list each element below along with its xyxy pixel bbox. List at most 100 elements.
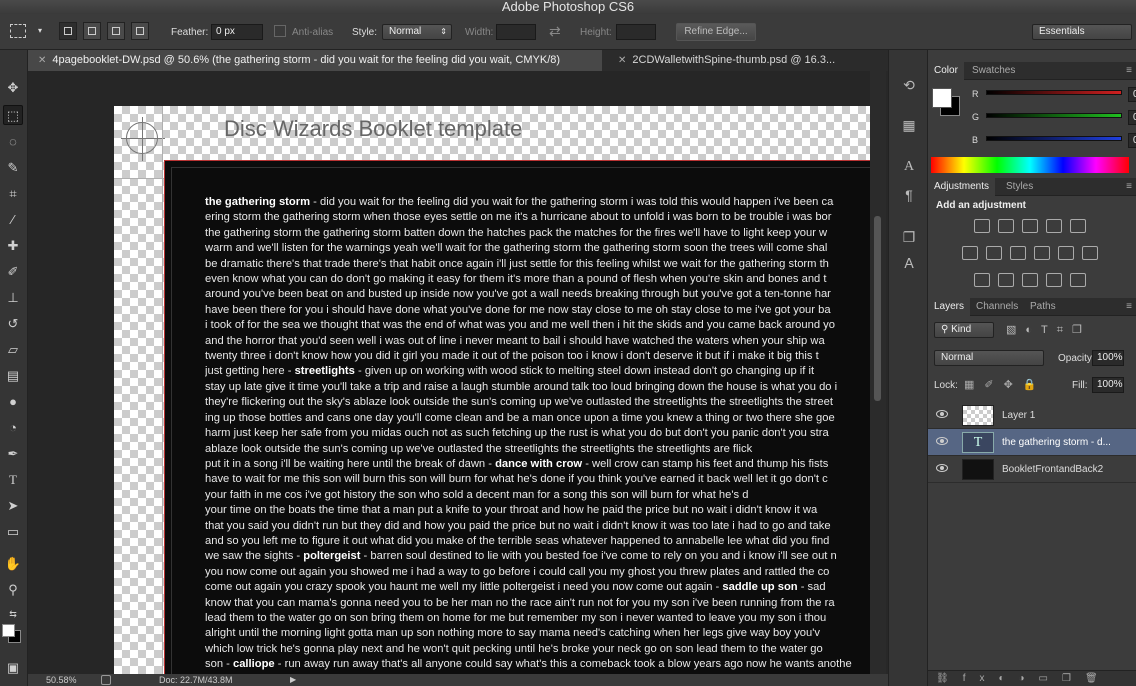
posterize-icon[interactable]	[998, 273, 1014, 287]
fill-input[interactable]: 100%	[1092, 377, 1124, 393]
panel-menu-icon[interactable]: ≡	[1126, 181, 1132, 192]
tab-layers[interactable]: Layers	[928, 298, 971, 316]
blend-mode-dropdown[interactable]: Normal	[934, 350, 1044, 366]
panel-menu-icon[interactable]: ≡	[1126, 65, 1132, 76]
workspace-dropdown[interactable]: Essentials	[1032, 24, 1132, 40]
channel-slider-r[interactable]: R0	[972, 87, 1136, 107]
refine-edge-button[interactable]: Refine Edge...	[676, 23, 756, 41]
channel-track[interactable]	[986, 136, 1122, 141]
channel-value[interactable]: 0	[1128, 87, 1136, 102]
visibility-eye-icon[interactable]	[936, 410, 948, 418]
dodge-tool-icon[interactable]: ◔	[3, 418, 23, 438]
scroll-thumb[interactable]	[874, 216, 881, 401]
lasso-tool-icon[interactable]: ◌	[3, 132, 23, 152]
lock-icons[interactable]: ▦✐✥🔒	[964, 378, 1047, 391]
blur-tool-icon[interactable]: ●	[3, 392, 23, 412]
vibrance-icon[interactable]	[1070, 219, 1086, 233]
color-balance-icon[interactable]	[986, 246, 1002, 260]
visibility-eye-icon[interactable]	[936, 437, 948, 445]
paragraph-panel-icon[interactable]: ¶	[898, 184, 920, 206]
screen-mode-icon[interactable]: ▣	[3, 658, 23, 678]
tab-color[interactable]: Color	[928, 62, 964, 80]
type-tool-icon[interactable]: T	[3, 470, 23, 490]
invert-icon[interactable]	[974, 273, 990, 287]
tab-styles[interactable]: Styles	[1000, 178, 1039, 196]
channel-track[interactable]	[986, 113, 1122, 118]
tab-booklet[interactable]: ✕ 4pagebooklet-DW.psd @ 50.6% (the gather…	[28, 50, 602, 71]
channel-value[interactable]: 0	[1128, 133, 1136, 148]
new-selection-button[interactable]	[59, 22, 77, 40]
swap-dimensions-icon[interactable]: ⇄	[549, 23, 561, 40]
layer-row[interactable]: Layer 1	[928, 402, 1136, 429]
glyphs-panel-icon[interactable]: ꓮ	[898, 252, 920, 274]
marquee-tool-preset-icon[interactable]	[10, 24, 26, 38]
visibility-eye-icon[interactable]	[936, 464, 948, 472]
gradient-map-icon[interactable]	[1070, 273, 1086, 287]
foreground-color-swatch[interactable]	[2, 624, 15, 637]
gradient-tool-icon[interactable]: ▤	[3, 366, 23, 386]
feather-input[interactable]: 0 px	[211, 24, 263, 40]
channel-value[interactable]: 0	[1128, 110, 1136, 125]
default-colors-icon[interactable]: ⇆	[3, 604, 23, 624]
layer-row[interactable]: Tthe gathering storm - d...	[928, 429, 1136, 456]
hue-saturation-icon[interactable]	[962, 246, 978, 260]
layer-filter-dropdown[interactable]: ⚲ Kind	[934, 322, 994, 338]
status-menu-arrow-icon[interactable]: ▶	[290, 674, 296, 686]
rect-marquee-tool-icon[interactable]: ⬚	[3, 105, 23, 125]
tab-adjustments[interactable]: Adjustments	[928, 178, 996, 196]
eraser-tool-icon[interactable]: ▱	[3, 340, 23, 360]
antialias-checkbox[interactable]	[274, 25, 286, 37]
history-panel-icon[interactable]: ⟲	[898, 74, 920, 96]
curves-icon[interactable]	[1022, 219, 1038, 233]
quick-select-tool-icon[interactable]: ✎	[3, 158, 23, 178]
tab-cd-wallet[interactable]: ✕ 2CDWalletwithSpine-thumb.psd @ 16.3...	[608, 50, 888, 71]
canvas-area[interactable]: Disc Wizards Booklet template the gather…	[28, 71, 870, 674]
pen-tool-icon[interactable]: ✒	[3, 444, 23, 464]
intersect-selection-button[interactable]	[131, 22, 149, 40]
width-input[interactable]	[496, 24, 536, 40]
color-spectrum[interactable]	[931, 157, 1129, 173]
history-brush-tool-icon[interactable]: ↺	[3, 314, 23, 334]
close-tab-icon[interactable]: ✕	[618, 55, 626, 66]
character-panel-icon[interactable]: A	[898, 156, 920, 178]
path-select-tool-icon[interactable]: ➤	[3, 496, 23, 516]
channel-slider-b[interactable]: B0	[972, 133, 1136, 153]
document-canvas[interactable]: Disc Wizards Booklet template the gather…	[114, 106, 870, 674]
selective-color-icon[interactable]	[1046, 273, 1062, 287]
layer-row[interactable]: BookletFrontandBack2	[928, 456, 1136, 483]
lyrics-text-block[interactable]: the gathering storm - did you wait for t…	[205, 195, 870, 674]
add-selection-button[interactable]	[83, 22, 101, 40]
channel-slider-g[interactable]: G0	[972, 110, 1136, 130]
channel-mixer-icon[interactable]	[1058, 246, 1074, 260]
shape-tool-icon[interactable]: ▭	[3, 522, 23, 542]
threshold-icon[interactable]	[1022, 273, 1038, 287]
height-input[interactable]	[616, 24, 656, 40]
vertical-scrollbar[interactable]	[870, 71, 886, 674]
layer-filter-icons[interactable]: ▧◐T⌗❐	[1006, 323, 1091, 337]
close-tab-icon[interactable]: ✕	[38, 55, 46, 66]
clone-source-panel-icon[interactable]: ❐	[898, 226, 920, 248]
levels-icon[interactable]	[998, 219, 1014, 233]
layers-footer-icons[interactable]: ⛓fx◐◑▭❐🗑	[928, 670, 1136, 686]
exposure-icon[interactable]	[1046, 219, 1062, 233]
tab-channels[interactable]: Channels	[970, 298, 1024, 316]
style-dropdown[interactable]: Normal ⇕	[382, 24, 452, 40]
eyedropper-tool-icon[interactable]: ⁄	[3, 210, 23, 230]
brush-tool-icon[interactable]: ✐	[3, 262, 23, 282]
foreground-swatch[interactable]	[932, 88, 952, 108]
crop-tool-icon[interactable]: ⌗	[3, 184, 23, 204]
status-info-icon[interactable]	[101, 675, 111, 685]
tab-swatches[interactable]: Swatches	[966, 62, 1021, 80]
hand-tool-icon[interactable]: ✋	[3, 554, 23, 574]
clone-stamp-tool-icon[interactable]: ⊥	[3, 288, 23, 308]
properties-panel-icon[interactable]: ▦	[898, 114, 920, 136]
zoom-level[interactable]: 50.58%	[46, 674, 77, 686]
tab-paths[interactable]: Paths	[1024, 298, 1062, 316]
photo-filter-icon[interactable]	[1034, 246, 1050, 260]
preset-dropdown-arrow-icon[interactable]: ▾	[38, 26, 42, 35]
zoom-tool-icon[interactable]: ⚲	[3, 580, 23, 600]
channel-track[interactable]	[986, 90, 1122, 95]
panel-menu-icon[interactable]: ≡	[1126, 301, 1132, 312]
black-white-icon[interactable]	[1010, 246, 1026, 260]
opacity-input[interactable]: 100%	[1092, 350, 1124, 366]
